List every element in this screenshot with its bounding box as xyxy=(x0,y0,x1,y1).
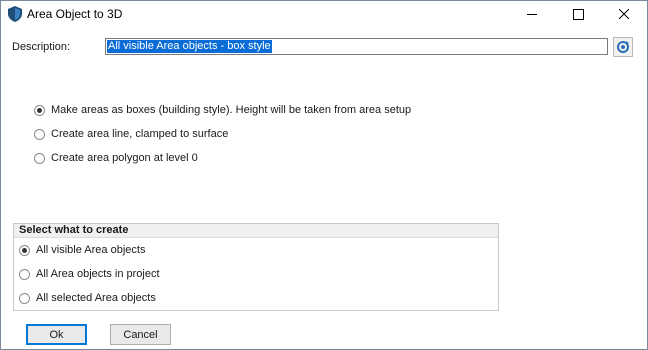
selection-option-label: All selected Area objects xyxy=(36,292,156,304)
app-shield-icon xyxy=(8,6,22,22)
style-option-label: Create area line, clamped to surface xyxy=(51,128,229,140)
cancel-button[interactable]: Cancel xyxy=(110,324,171,345)
minimize-icon xyxy=(527,13,537,15)
refresh-description-button[interactable] xyxy=(613,37,633,57)
selection-option-project[interactable]: All Area objects in project xyxy=(19,266,160,282)
radio-button[interactable] xyxy=(34,104,45,116)
radio-button[interactable] xyxy=(19,268,30,280)
selection-option-label: All Area objects in project xyxy=(36,268,160,280)
group-header-label: Select what to create xyxy=(19,224,129,236)
selection-option-label: All visible Area objects xyxy=(36,244,146,256)
style-option-label: Create area polygon at level 0 xyxy=(51,152,198,164)
radio-button[interactable] xyxy=(34,152,45,164)
style-option-line[interactable]: Create area line, clamped to surface xyxy=(34,126,228,142)
style-option-label: Make areas as boxes (building style). He… xyxy=(51,104,412,116)
close-button[interactable] xyxy=(601,1,647,27)
refresh-icon xyxy=(617,41,629,53)
maximize-button[interactable] xyxy=(555,1,601,27)
selection-option-visible[interactable]: All visible Area objects xyxy=(19,242,145,258)
radio-button[interactable] xyxy=(19,244,30,256)
title-bar[interactable]: Area Object to 3D xyxy=(1,1,647,27)
selection-option-selected[interactable]: All selected Area objects xyxy=(19,290,156,306)
style-option-boxes[interactable]: Make areas as boxes (building style). He… xyxy=(34,102,411,118)
close-icon xyxy=(619,9,629,19)
description-selected-text: All visible Area objects - box style xyxy=(107,40,272,53)
style-option-polygon[interactable]: Create area polygon at level 0 xyxy=(34,150,198,166)
ok-button[interactable]: Ok xyxy=(26,324,87,345)
window-title: Area Object to 3D xyxy=(27,7,123,21)
maximize-icon xyxy=(572,8,584,20)
description-label: Description: xyxy=(12,41,71,53)
dialog-window: Area Object to 3D Description: All visib… xyxy=(0,0,648,350)
minimize-button[interactable] xyxy=(509,1,555,27)
group-header: Select what to create xyxy=(14,224,498,238)
radio-button[interactable] xyxy=(34,128,45,140)
description-input[interactable]: All visible Area objects - box style xyxy=(105,38,608,55)
radio-button[interactable] xyxy=(19,292,30,304)
